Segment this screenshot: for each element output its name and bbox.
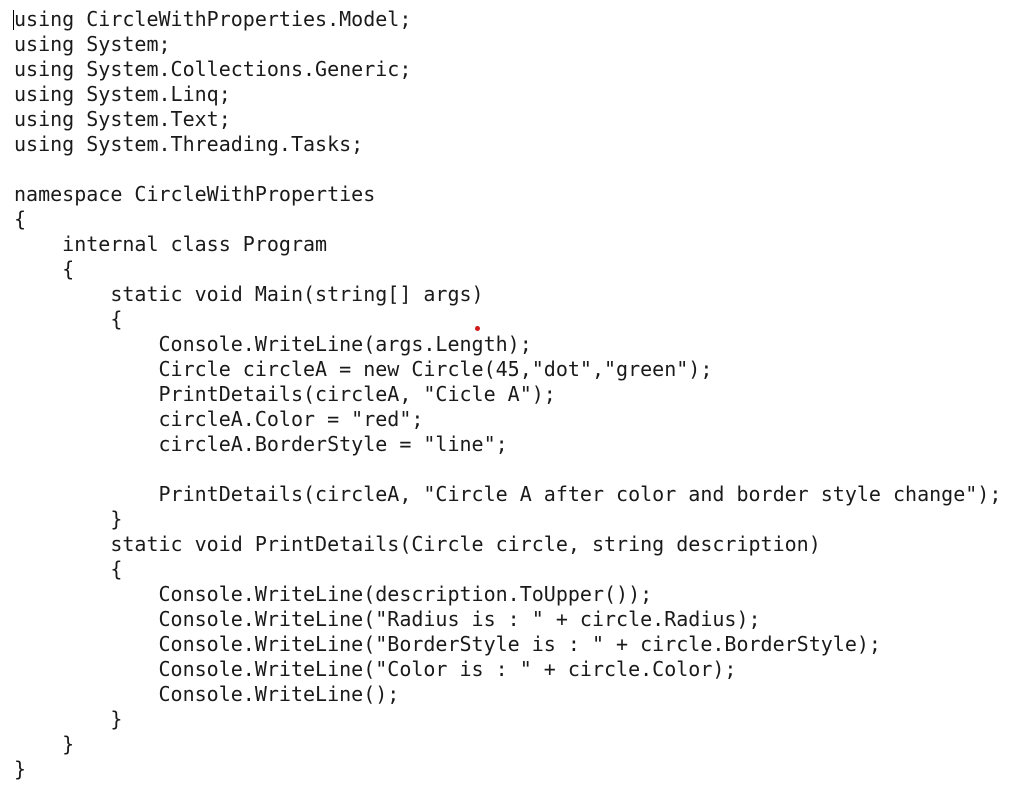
code-line-text: Console.WriteLine("Radius is : " + circl… xyxy=(14,607,761,631)
text-caret xyxy=(13,10,14,30)
code-line[interactable]: using System.Text; xyxy=(14,107,1027,132)
code-line-text: Console.WriteLine(description.ToUpper())… xyxy=(14,582,653,606)
code-line-text: { xyxy=(14,207,27,231)
code-line[interactable]: } xyxy=(14,757,1027,782)
code-line-text: Console.WriteLine(); xyxy=(14,682,400,706)
code-line[interactable]: Console.WriteLine(args.Length); xyxy=(14,332,1027,357)
code-line[interactable]: using System.Collections.Generic; xyxy=(14,57,1027,82)
code-line[interactable]: Console.WriteLine("Color is : " + circle… xyxy=(14,657,1027,682)
code-line-text: { xyxy=(14,557,123,581)
code-line[interactable]: circleA.Color = "red"; xyxy=(14,407,1027,432)
code-line-text: { xyxy=(14,257,75,281)
code-line-text: } xyxy=(14,707,123,731)
code-line[interactable] xyxy=(14,157,1027,182)
code-line[interactable]: circleA.BorderStyle = "line"; xyxy=(14,432,1027,457)
code-line[interactable]: { xyxy=(14,207,1027,232)
code-line[interactable]: internal class Program xyxy=(14,232,1027,257)
code-line[interactable]: } xyxy=(14,507,1027,532)
code-line[interactable]: Circle circleA = new Circle(45,"dot","gr… xyxy=(14,357,1027,382)
code-line[interactable] xyxy=(14,457,1027,482)
code-line-text: Circle circleA = new Circle(45,"dot","gr… xyxy=(14,357,713,381)
code-line-text: } xyxy=(14,757,27,781)
code-line-text: using System.Threading.Tasks; xyxy=(14,132,364,156)
code-line[interactable]: Console.WriteLine(); xyxy=(14,682,1027,707)
code-line-text: PrintDetails(circleA, "Circle A after co… xyxy=(14,482,1002,506)
code-line[interactable]: Console.WriteLine("Radius is : " + circl… xyxy=(14,607,1027,632)
red-marker-dot xyxy=(475,326,480,331)
code-line-text: } xyxy=(14,507,123,531)
code-line[interactable]: { xyxy=(14,307,1027,332)
code-line[interactable]: Console.WriteLine("BorderStyle is : " + … xyxy=(14,632,1027,657)
code-line[interactable]: static void PrintDetails(Circle circle, … xyxy=(14,532,1027,557)
code-line[interactable]: using CircleWithProperties.Model; xyxy=(13,7,1027,32)
code-line[interactable]: { xyxy=(14,257,1027,282)
code-line[interactable]: using System.Threading.Tasks; xyxy=(14,132,1027,157)
code-line-text: using CircleWithProperties.Model; xyxy=(14,7,412,31)
code-line[interactable]: namespace CircleWithProperties xyxy=(14,182,1027,207)
code-line-text: namespace CircleWithProperties xyxy=(14,182,376,206)
code-line-text: Console.WriteLine("BorderStyle is : " + … xyxy=(14,632,881,656)
code-line-text: static void Main(string[] args) xyxy=(14,282,484,306)
code-line-text: using System.Text; xyxy=(14,107,231,131)
code-line-text: using System.Collections.Generic; xyxy=(14,57,412,81)
code-line[interactable]: using System.Linq; xyxy=(14,82,1027,107)
code-line-text: using System.Linq; xyxy=(14,82,231,106)
code-line-text: Console.WriteLine(args.Length); xyxy=(14,332,532,356)
code-line[interactable]: static void Main(string[] args) xyxy=(14,282,1027,307)
code-line-text: } xyxy=(14,732,75,756)
code-line[interactable]: PrintDetails(circleA, "Circle A after co… xyxy=(14,482,1027,507)
code-line-text: using System; xyxy=(14,32,171,56)
code-line-text: internal class Program xyxy=(14,232,328,256)
code-line[interactable]: using System; xyxy=(14,32,1027,57)
code-line[interactable]: PrintDetails(circleA, "Cicle A"); xyxy=(14,382,1027,407)
code-line[interactable]: } xyxy=(14,732,1027,757)
code-line-text: static void PrintDetails(Circle circle, … xyxy=(14,532,821,556)
code-line[interactable]: Console.WriteLine(description.ToUpper())… xyxy=(14,582,1027,607)
code-line-text: Console.WriteLine("Color is : " + circle… xyxy=(14,657,737,681)
code-line-text: circleA.BorderStyle = "line"; xyxy=(14,432,508,456)
code-line-text: PrintDetails(circleA, "Cicle A"); xyxy=(14,382,556,406)
code-line-text: { xyxy=(14,307,123,331)
code-line-text: circleA.Color = "red"; xyxy=(14,407,424,431)
code-editor[interactable]: using CircleWithProperties.Model; using … xyxy=(13,7,1027,796)
code-line[interactable]: { xyxy=(14,557,1027,582)
code-line[interactable]: } xyxy=(14,707,1027,732)
